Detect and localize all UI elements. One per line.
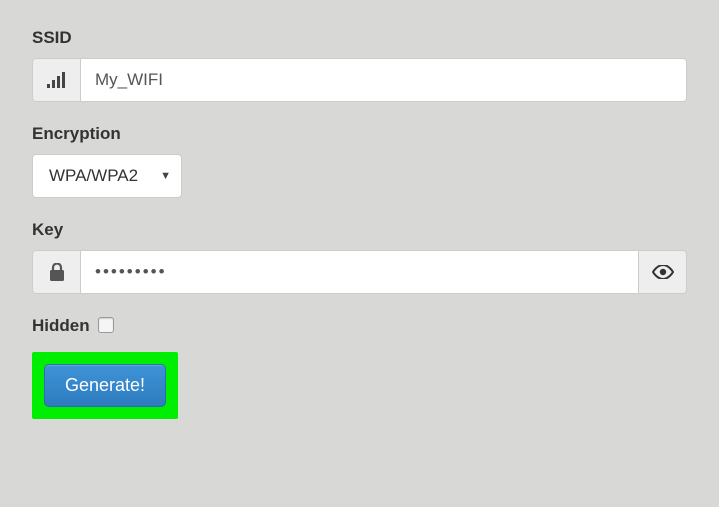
encryption-group: Encryption WPA/WPA2 ▼	[32, 124, 687, 198]
hidden-label: Hidden	[32, 316, 90, 336]
encryption-select[interactable]: WPA/WPA2 ▼	[32, 154, 182, 198]
encryption-value: WPA/WPA2	[49, 166, 138, 186]
toggle-visibility-button[interactable]	[639, 250, 687, 294]
encryption-label: Encryption	[32, 124, 687, 144]
key-group: Key	[32, 220, 687, 294]
ssid-input[interactable]	[80, 58, 687, 102]
generate-highlight: Generate!	[32, 352, 178, 419]
ssid-input-group	[32, 58, 687, 102]
hidden-row: Hidden	[32, 316, 687, 336]
ssid-label: SSID	[32, 28, 687, 48]
key-input[interactable]	[80, 250, 639, 294]
key-label: Key	[32, 220, 687, 240]
generate-button[interactable]: Generate!	[44, 364, 166, 407]
lock-icon	[32, 250, 80, 294]
ssid-group: SSID	[32, 28, 687, 102]
signal-icon	[32, 58, 80, 102]
chevron-down-icon: ▼	[160, 170, 171, 182]
key-input-group	[32, 250, 687, 294]
hidden-checkbox[interactable]	[98, 317, 114, 333]
eye-icon	[652, 265, 674, 279]
